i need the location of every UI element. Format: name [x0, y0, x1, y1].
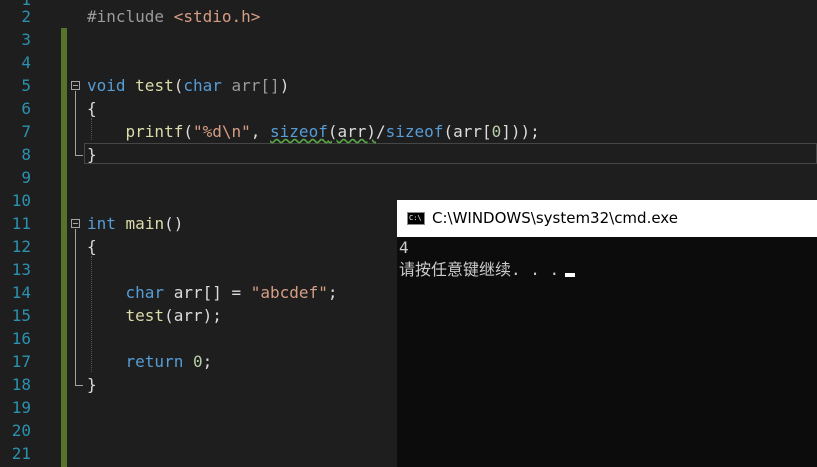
collapse-test-icon[interactable]	[71, 81, 80, 90]
code-line-6[interactable]: {	[87, 97, 97, 120]
collapse-main-icon[interactable]	[71, 219, 80, 228]
code-line-2[interactable]: #include <stdio.h>	[87, 5, 260, 28]
line-number-gutter: 1 2 3 4 5 6 7 8 9 10 11 12 13 14 15 16 1…	[0, 0, 60, 467]
format-string: "%d\n"	[192, 122, 251, 141]
closing-tokens: );	[202, 306, 222, 325]
open-brace: {	[87, 237, 97, 256]
line-number: 15	[11, 306, 31, 325]
line-number: 19	[11, 398, 31, 417]
open-paren: (	[164, 306, 174, 325]
line-number: 12	[11, 237, 31, 256]
open-paren: (	[183, 122, 193, 141]
return-value: 0	[192, 352, 203, 371]
function-call: printf	[125, 122, 184, 141]
sizeof-keyword: sizeof	[385, 122, 444, 141]
return-type: void	[87, 76, 126, 95]
sizeof-keyword: sizeof	[270, 122, 328, 141]
return-keyword: return	[125, 352, 184, 371]
line-number: 18	[11, 375, 31, 394]
cmd-icon: C:\	[407, 212, 425, 225]
param-type: char	[183, 76, 222, 95]
return-type: int	[87, 214, 116, 233]
semicolon: ;	[202, 352, 213, 371]
change-tracking-bar	[61, 28, 67, 467]
console-window[interactable]: C:\ C:\WINDOWS\system32\cmd.exe 4 请按任意键继…	[397, 200, 817, 467]
line-number: 7	[21, 122, 31, 141]
closing-tokens: ]));	[501, 122, 540, 141]
code-line-14[interactable]: char arr[] = "abcdef";	[87, 281, 338, 304]
console-output[interactable]: 4 请按任意键继续. . .	[399, 237, 815, 281]
function-call: test	[125, 306, 165, 325]
index-literal: 0	[491, 122, 502, 141]
code-line-7[interactable]: printf("%d\n", sizeof(arr)/sizeof(arr[0]…	[87, 120, 540, 143]
close-paren: )	[279, 76, 290, 95]
console-cursor	[565, 273, 576, 277]
line-number: 2	[21, 7, 31, 26]
comma: ,	[250, 122, 271, 141]
function-name: main	[125, 214, 165, 233]
divide-operator: /	[376, 122, 386, 141]
console-prompt-line: 请按任意键继续. . .	[399, 259, 815, 281]
line-number: 9	[21, 168, 31, 187]
line-number: 21	[11, 444, 31, 463]
console-prompt-text: 请按任意键继续. . .	[399, 260, 560, 279]
sizeof-arg: (arr)	[327, 122, 376, 141]
code-line-15[interactable]: test(arr);	[87, 304, 222, 327]
fold-guide-line	[75, 91, 76, 155]
include-header: <stdio.h>	[173, 7, 261, 26]
open-brace: {	[87, 99, 97, 118]
line-number: 6	[21, 99, 31, 118]
open-paren: (	[173, 76, 184, 95]
code-line-11[interactable]: int main()	[87, 212, 183, 235]
console-output-line: 4	[399, 238, 409, 257]
param-name: arr[]	[231, 76, 280, 95]
fold-end-marker	[75, 385, 83, 386]
close-brace: }	[87, 145, 97, 164]
console-titlebar[interactable]: C:\ C:\WINDOWS\system32\cmd.exe	[397, 200, 817, 237]
code-line-8[interactable]: }	[87, 143, 97, 166]
line-number: 11	[11, 214, 31, 233]
close-brace: }	[87, 375, 97, 394]
call-argument: arr	[173, 306, 203, 325]
parens: ()	[164, 214, 184, 233]
line-number: 20	[11, 421, 31, 440]
current-line-highlight	[84, 143, 817, 164]
preprocessor-directive: #include	[87, 7, 165, 26]
fold-end-marker	[75, 155, 83, 156]
declaration: arr[] =	[164, 283, 251, 302]
line-number: 8	[21, 145, 31, 164]
type-keyword: char	[125, 283, 165, 302]
line-number: 4	[21, 53, 31, 72]
code-line-5[interactable]: void test(char arr[])	[87, 74, 289, 97]
code-line-17[interactable]: return 0;	[87, 350, 213, 373]
function-name: test	[135, 76, 174, 95]
line-number: 10	[11, 191, 31, 210]
fold-guide-line	[75, 229, 76, 385]
sizeof-arg: (arr[	[443, 122, 492, 141]
line-number: 5	[21, 76, 31, 95]
code-line-18[interactable]: }	[87, 373, 97, 396]
code-line-12[interactable]: {	[87, 235, 97, 258]
line-number: 14	[11, 283, 31, 302]
semicolon: ;	[327, 283, 338, 302]
line-number: 13	[11, 260, 31, 279]
console-title: C:\WINDOWS\system32\cmd.exe	[432, 209, 678, 227]
line-number: 3	[21, 30, 31, 49]
string-literal: "abcdef"	[250, 283, 328, 302]
line-number: 17	[11, 352, 31, 371]
line-number: 16	[11, 329, 31, 348]
